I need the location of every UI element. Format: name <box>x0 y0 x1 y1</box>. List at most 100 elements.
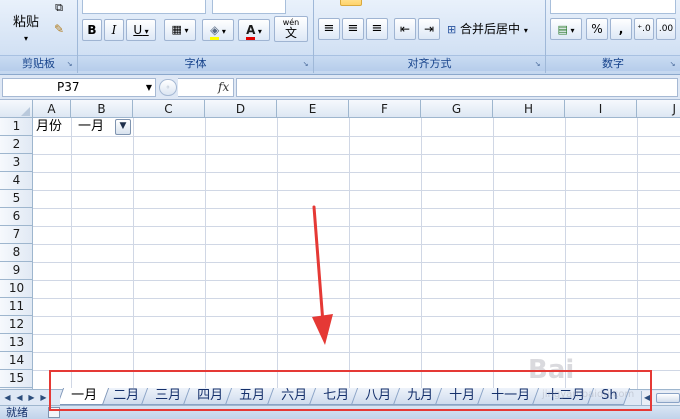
font-size-field[interactable] <box>212 0 286 14</box>
increase-indent-button[interactable]: ⇥ <box>418 18 440 40</box>
align-center-icon: ≡ <box>347 21 359 36</box>
column-header-h[interactable]: H <box>493 100 565 118</box>
chevron-down-icon: ▾ <box>181 26 189 35</box>
column-header-c[interactable]: C <box>133 100 205 118</box>
column-header-f[interactable]: F <box>349 100 421 118</box>
row-header[interactable]: 8 <box>0 244 33 262</box>
row-header[interactable]: 9 <box>0 262 33 280</box>
wrap-text-button[interactable] <box>444 0 524 6</box>
row-header[interactable]: 15 <box>0 370 33 388</box>
gridline <box>565 118 566 389</box>
row-header[interactable]: 3 <box>0 154 33 172</box>
chevron-down-icon: ▾ <box>567 26 575 35</box>
insert-function-button[interactable]: fx <box>218 78 229 97</box>
italic-button[interactable]: I <box>104 19 124 41</box>
decrease-decimal-button[interactable]: .00 <box>656 18 676 40</box>
dialog-launcher-icon[interactable]: ↘ <box>301 60 310 69</box>
column-header-a[interactable]: A <box>33 100 71 118</box>
merge-center-label: 合并后居中 <box>460 22 521 36</box>
splitter-icon[interactable]: ◦ <box>159 79 177 96</box>
number-group-label: 数字 <box>546 55 680 71</box>
dialog-launcher-icon[interactable]: ↘ <box>533 60 542 69</box>
column-header-g[interactable]: G <box>421 100 493 118</box>
chevron-down-icon[interactable]: ▼ <box>146 79 152 96</box>
paste-button[interactable]: 粘贴 ▾ <box>6 4 46 48</box>
row-header[interactable]: 12 <box>0 316 33 334</box>
row-header[interactable]: 4 <box>0 172 33 190</box>
align-center-button[interactable]: ≡ <box>342 18 364 40</box>
dialog-launcher-icon[interactable]: ↘ <box>668 60 677 69</box>
chevron-down-icon: ▾ <box>523 26 528 35</box>
underline-button[interactable]: U ▾ <box>126 19 156 41</box>
cell-a1[interactable]: 月份 <box>34 118 71 136</box>
increase-indent-icon: ⇥ <box>423 22 435 36</box>
gridline <box>33 172 680 173</box>
filter-dropdown-button[interactable]: ▼ <box>115 119 131 135</box>
row-header[interactable]: 10 <box>0 280 33 298</box>
column-header-d[interactable]: D <box>205 100 277 118</box>
increase-decimal-icon: ⁺.0 <box>637 24 651 34</box>
worksheet-grid[interactable]: A B C D E F G H I J 1 2 3 4 5 6 7 8 9 10… <box>0 100 680 389</box>
increase-decimal-button[interactable]: ⁺.0 <box>634 18 654 40</box>
borders-button[interactable]: ▦ ▾ <box>164 19 196 41</box>
next-sheet-button[interactable]: ▶ <box>26 391 37 404</box>
sheet-tab-jan[interactable]: 一月 <box>60 388 110 405</box>
number-format-field[interactable] <box>550 0 676 14</box>
row-header[interactable]: 13 <box>0 334 33 352</box>
column-header-b[interactable]: B <box>71 100 133 118</box>
gridline <box>33 280 680 281</box>
font-color-button[interactable]: A ▾ <box>238 19 270 41</box>
formula-input[interactable] <box>236 78 678 97</box>
gridline <box>33 154 680 155</box>
fill-color-button[interactable]: ◈ ▾ <box>202 19 234 41</box>
align-left-button[interactable]: ≡ <box>318 18 340 40</box>
row-header[interactable]: 11 <box>0 298 33 316</box>
align-left-icon: ≡ <box>323 21 335 36</box>
column-header-bar: A B C D E F G H I J <box>0 100 680 118</box>
accounting-format-button[interactable]: ▤ ▾ <box>550 18 582 40</box>
font-name-field[interactable] <box>82 0 206 14</box>
chevron-down-icon: ▾ <box>142 27 149 36</box>
merge-center-button[interactable]: ⊞ 合并后居中 ▾ <box>444 18 540 40</box>
last-sheet-button[interactable]: ▶ <box>38 391 49 404</box>
middle-align-button[interactable] <box>340 0 362 6</box>
currency-icon: ▤ <box>557 23 568 36</box>
chevron-down-icon: ▾ <box>219 27 226 36</box>
name-box[interactable]: P37 ▼ <box>2 78 156 97</box>
percent-button[interactable]: % <box>586 18 608 40</box>
row-header[interactable]: 14 <box>0 352 33 370</box>
gridline <box>637 118 638 389</box>
font-group-label: 字体 <box>78 55 313 71</box>
decrease-indent-button[interactable]: ⇤ <box>394 18 416 40</box>
gridline <box>33 352 680 353</box>
scroll-thumb[interactable] <box>656 393 680 403</box>
phonetic-guide-button[interactable]: wén 文 <box>274 16 308 42</box>
first-sheet-button[interactable]: ◀ <box>2 391 13 404</box>
bold-button[interactable]: B <box>82 19 102 41</box>
column-header-j[interactable]: J <box>637 100 680 118</box>
cell-b1[interactable]: 一月 <box>76 118 116 136</box>
select-all-button[interactable] <box>0 100 33 118</box>
gridline <box>277 118 278 389</box>
column-header-e[interactable]: E <box>277 100 349 118</box>
gridline <box>71 118 72 389</box>
row-header[interactable]: 2 <box>0 136 33 154</box>
chevron-down-icon: ▾ <box>23 34 28 43</box>
gridline <box>33 226 680 227</box>
prev-sheet-button[interactable]: ◀ <box>14 391 25 404</box>
dialog-launcher-icon[interactable]: ↘ <box>65 60 74 69</box>
comma-button[interactable]: , <box>610 18 632 40</box>
row-header[interactable]: 1 <box>0 118 33 136</box>
format-painter-icon[interactable]: ✎ <box>50 20 68 38</box>
status-ready: 就绪 <box>6 406 28 419</box>
name-box-value: P37 <box>57 80 80 94</box>
gridline <box>33 244 680 245</box>
fill-bucket-icon: ◈ <box>210 23 220 40</box>
row-header[interactable]: 6 <box>0 208 33 226</box>
row-header[interactable]: 5 <box>0 190 33 208</box>
column-header-i[interactable]: I <box>565 100 637 118</box>
paste-label: 粘贴 <box>12 15 39 30</box>
align-right-button[interactable]: ≡ <box>366 18 388 40</box>
copy-icon[interactable]: ⧉ <box>50 0 68 16</box>
row-header[interactable]: 7 <box>0 226 33 244</box>
